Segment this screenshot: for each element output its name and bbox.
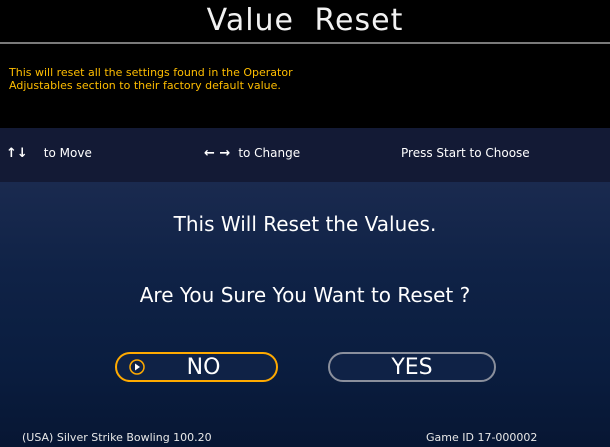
game-id: Game ID 17-000002	[426, 431, 538, 444]
footer: (USA) Silver Strike Bowling 100.20 Game …	[0, 428, 610, 447]
description-panel: This will reset all the settings found i…	[0, 44, 610, 128]
selector-arrow-icon	[129, 359, 145, 375]
change-hint: ← → to Change	[204, 146, 300, 161]
up-down-arrows-icon: ↑↓	[6, 146, 28, 161]
page-title: Value Reset	[206, 2, 404, 38]
yes-button-label: YES	[391, 354, 433, 380]
no-button[interactable]: NO	[115, 352, 278, 382]
controls-bar: ↑↓ to Move ← → to Change Press Start to Ch…	[0, 128, 610, 182]
confirm-dialog: This Will Reset the Values. Are You Sure…	[0, 182, 610, 447]
move-hint: ↑↓ to Move	[6, 146, 92, 161]
game-info: (USA) Silver Strike Bowling 100.20	[22, 431, 212, 444]
value-reset-screen: Value Reset This will reset all the sett…	[0, 0, 610, 447]
left-right-arrows-icon: ← →	[204, 146, 231, 161]
change-hint-label: to Change	[238, 146, 301, 160]
description-line-2: Adjustables section to their factory def…	[9, 79, 281, 92]
move-hint-label: to Move	[43, 146, 92, 160]
title-bar: Value Reset	[0, 0, 610, 42]
description-line-1: This will reset all the settings found i…	[9, 66, 293, 79]
no-button-label: NO	[186, 354, 221, 380]
reset-question: Are You Sure You Want to Reset ?	[139, 283, 471, 307]
yes-button[interactable]: YES	[328, 352, 496, 382]
choose-hint: Press Start to Choose	[401, 146, 530, 160]
reset-message: This Will Reset the Values.	[173, 212, 437, 236]
